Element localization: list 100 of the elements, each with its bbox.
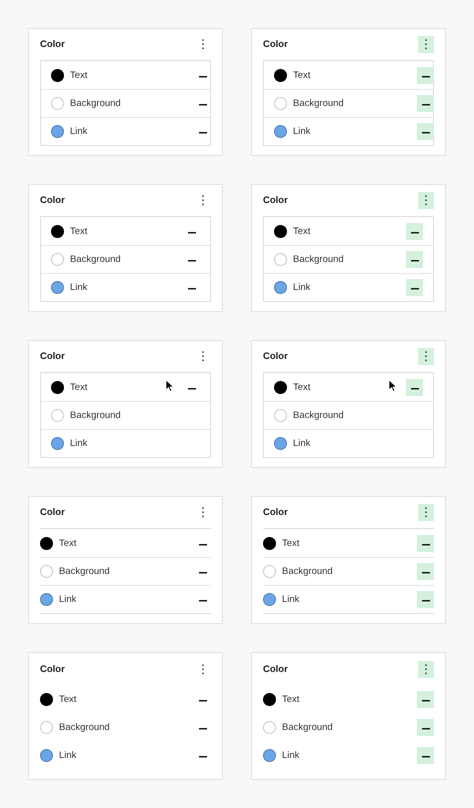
color-label: Link	[70, 126, 88, 137]
minus-icon	[198, 756, 206, 758]
minus-icon	[198, 700, 206, 702]
minus-icon	[422, 700, 430, 702]
reset-button[interactable]	[406, 279, 423, 296]
color-item[interactable]: Background	[41, 245, 210, 273]
reset-button[interactable]	[406, 251, 423, 268]
color-label: Text	[293, 70, 312, 80]
color-item[interactable]: Text	[263, 685, 434, 713]
minus-icon	[422, 132, 430, 134]
minus-icon	[188, 232, 196, 234]
color-item[interactable]: Link	[41, 117, 210, 145]
color-label: Link	[70, 438, 88, 449]
color-item[interactable]: Text	[40, 685, 211, 713]
color-item[interactable]: Background	[264, 245, 433, 273]
color-label: Text	[293, 382, 312, 392]
color-item[interactable]: Text	[41, 373, 210, 401]
minus-icon	[198, 728, 206, 730]
minus-icon	[410, 260, 418, 262]
minus-icon	[198, 104, 206, 106]
color-label: Background	[282, 566, 334, 577]
reset-button[interactable]	[406, 222, 423, 240]
reset-button[interactable]	[417, 563, 434, 580]
options-menu-button[interactable]: ⋮	[418, 504, 434, 521]
color-item[interactable]: Link	[263, 741, 434, 769]
color-item[interactable]: Link	[40, 741, 211, 769]
color-label: Text	[282, 694, 300, 704]
color-label: Background	[70, 410, 122, 421]
color-item[interactable]: Link	[264, 429, 433, 457]
color-item[interactable]: Text	[264, 373, 433, 401]
color-label: Link	[293, 438, 312, 449]
color-item[interactable]: Text	[41, 61, 210, 89]
reset-button[interactable]	[417, 66, 434, 84]
color-item[interactable]: Background	[263, 713, 434, 741]
color-item[interactable]: Background	[264, 89, 433, 117]
minus-icon	[422, 76, 430, 78]
options-menu-button[interactable]: ⋮	[418, 660, 434, 678]
color-label: Text	[59, 538, 78, 548]
minus-icon	[198, 76, 206, 78]
panel-title: Color	[40, 39, 65, 50]
color-item[interactable]: Link	[41, 429, 210, 457]
color-item[interactable]: Text	[263, 529, 434, 557]
color-label: Link	[282, 750, 300, 760]
color-label: Background	[282, 722, 334, 732]
color-label: Background	[70, 254, 122, 265]
minus-icon	[422, 104, 430, 106]
options-menu-button[interactable]: ⋮	[195, 36, 211, 53]
minus-icon	[198, 572, 206, 574]
color-item[interactable]: Link	[264, 117, 433, 145]
minus-icon	[410, 388, 418, 390]
minus-icon	[422, 756, 430, 758]
reset-button[interactable]	[417, 690, 434, 708]
color-item[interactable]: Link	[41, 273, 210, 301]
reset-button[interactable]	[417, 746, 434, 764]
minus-icon	[422, 728, 430, 730]
color-label: Text	[293, 226, 312, 236]
color-label: Text	[282, 538, 300, 548]
color-label: Background	[59, 722, 111, 732]
options-menu-button[interactable]: ⋮	[195, 348, 211, 365]
panel-title: Color	[40, 507, 65, 518]
color-label: Background	[293, 254, 345, 265]
options-menu-button[interactable]: ⋮	[418, 348, 434, 365]
color-label: Link	[70, 282, 88, 293]
color-label: Background	[293, 98, 345, 109]
panel-title: Color	[263, 507, 288, 518]
minus-icon	[410, 232, 418, 234]
color-item[interactable]: Link	[263, 585, 434, 613]
options-menu-button[interactable]: ⋮	[195, 192, 211, 209]
color-item[interactable]: Background	[263, 557, 434, 585]
color-item[interactable]: Background	[40, 557, 211, 585]
color-item[interactable]: Link	[264, 273, 433, 301]
panel-title: Color	[263, 195, 288, 206]
reset-button[interactable]	[417, 534, 434, 552]
panel-title: Color	[263, 664, 288, 674]
color-label: Text	[70, 70, 88, 80]
color-item[interactable]: Background	[40, 713, 211, 741]
reset-button[interactable]	[417, 591, 434, 608]
options-menu-button[interactable]: ⋮	[195, 504, 211, 521]
options-menu-button[interactable]: ⋮	[195, 660, 211, 678]
color-item[interactable]: Background	[264, 401, 433, 429]
options-menu-button[interactable]: ⋮	[418, 192, 434, 209]
reset-button[interactable]	[406, 378, 423, 396]
minus-icon	[198, 600, 206, 602]
minus-icon	[198, 544, 206, 546]
minus-icon	[198, 132, 206, 134]
color-item[interactable]: Link	[40, 585, 211, 613]
color-item[interactable]: Text	[264, 217, 433, 245]
color-item[interactable]: Text	[40, 529, 211, 557]
options-menu-button[interactable]: ⋮	[418, 36, 434, 53]
panel-title: Color	[40, 351, 65, 362]
reset-button[interactable]	[417, 123, 434, 140]
color-item[interactable]: Text	[41, 217, 210, 245]
color-label: Link	[293, 282, 312, 293]
color-item[interactable]: Background	[41, 89, 210, 117]
panel-title: Color	[263, 39, 288, 50]
color-item[interactable]: Background	[41, 401, 210, 429]
reset-button[interactable]	[417, 95, 434, 112]
color-item[interactable]: Text	[264, 61, 433, 89]
minus-icon	[422, 572, 430, 574]
reset-button[interactable]	[417, 718, 434, 736]
